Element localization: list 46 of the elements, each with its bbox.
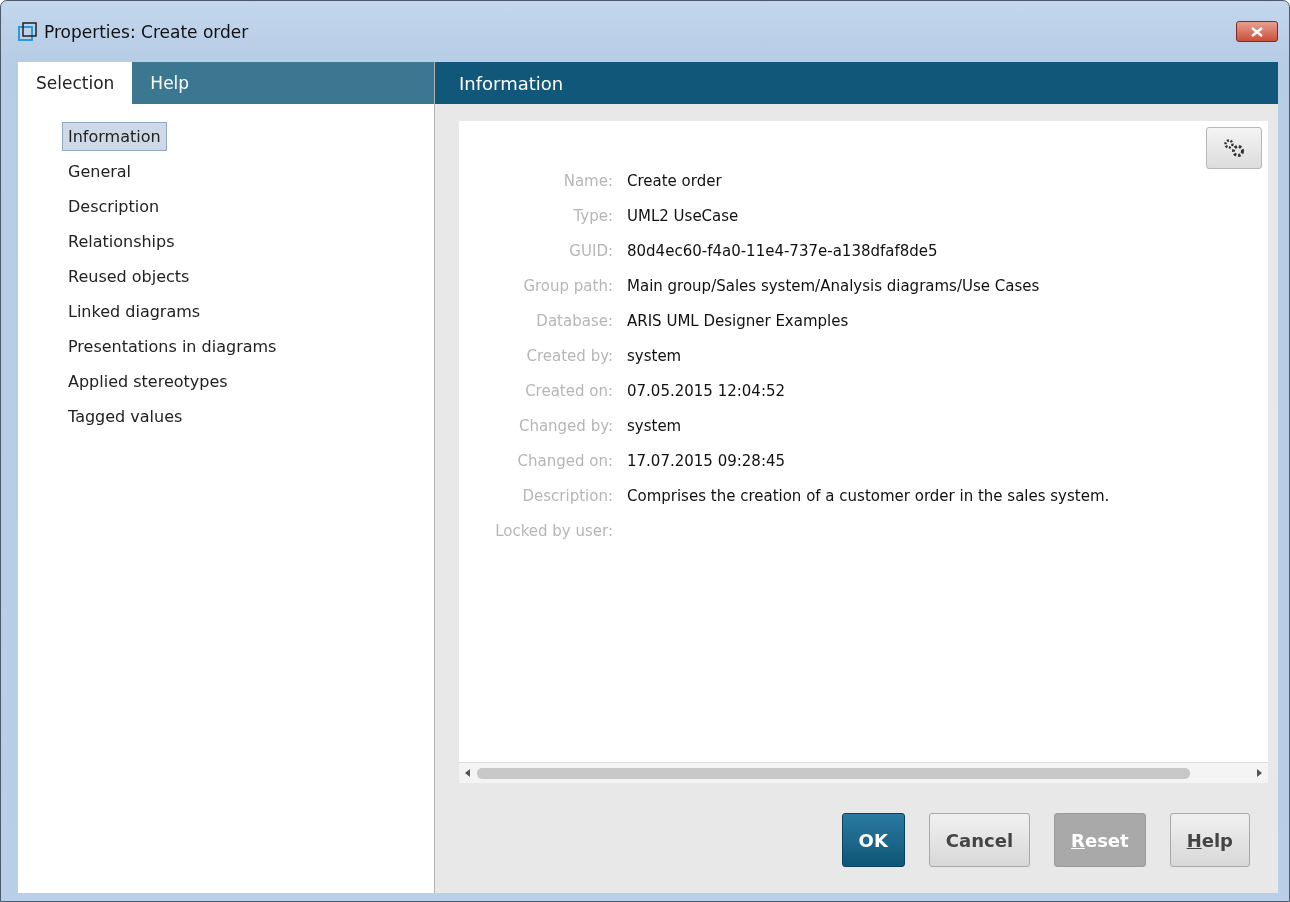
- property-value: system: [627, 346, 683, 367]
- dialog-button[interactable]: OK: [841, 813, 905, 867]
- horizontal-scrollbar[interactable]: [459, 762, 1268, 783]
- property-label: Database:: [535, 311, 613, 332]
- property-value: Comprises the creation of a customer order in the sales system.: [627, 486, 1111, 507]
- property-label: Created by:: [525, 346, 613, 367]
- dialog-button[interactable]: Help: [1169, 813, 1250, 867]
- property-label: Changed on:: [516, 451, 613, 472]
- gears-icon: [1223, 138, 1245, 158]
- sidebar-item[interactable]: Tagged values: [62, 402, 189, 431]
- property-label: GUID:: [568, 241, 613, 262]
- property-label: Type:: [572, 206, 613, 227]
- property-value: Create order: [627, 171, 723, 192]
- tab[interactable]: Help: [132, 62, 208, 104]
- sidebar-item[interactable]: Linked diagrams: [62, 297, 207, 326]
- property-label: Locked by user:: [494, 521, 613, 542]
- property-value: system: [627, 416, 683, 437]
- window-title: Properties: Create order: [44, 21, 249, 42]
- property-label: Name:: [562, 171, 613, 192]
- sidebar-item[interactable]: Presentations in diagrams: [62, 332, 283, 361]
- property-value: 17.07.2015 09:28:45: [627, 451, 787, 472]
- scrollbar-thumb[interactable]: [477, 767, 1190, 779]
- panel-title: Information: [459, 72, 564, 94]
- property-value: ARIS UML Designer Examples: [627, 311, 850, 332]
- sidebar-item[interactable]: Reused objects: [62, 262, 196, 291]
- sidebar-item[interactable]: Applied stereotypes: [62, 367, 234, 396]
- property-value: 07.05.2015 12:04:52: [627, 381, 787, 402]
- property-label: Description:: [521, 486, 613, 507]
- right-arrow-icon: [1254, 768, 1264, 778]
- property-value: Main group/Sales system/Analysis diagrams/Use Cases: [627, 276, 1041, 297]
- sidebar-item[interactable]: Description: [62, 192, 166, 221]
- property-label: Changed by:: [517, 416, 613, 437]
- close-button[interactable]: [1236, 21, 1278, 42]
- close-icon: [1250, 26, 1264, 37]
- property-value: 80d4ec60-f4a0-11e4-737e-a138dfaf8de5: [627, 241, 939, 262]
- settings-button[interactable]: [1206, 127, 1262, 169]
- window-icon: [18, 21, 38, 42]
- tab[interactable]: Selection: [18, 62, 133, 104]
- sidebar-item[interactable]: Information: [62, 122, 167, 151]
- property-label: Created on:: [524, 381, 613, 402]
- sidebar-item[interactable]: General: [62, 157, 138, 186]
- left-arrow-icon: [463, 768, 473, 778]
- dialog-button[interactable]: Cancel: [928, 813, 1031, 867]
- property-value: UML2 UseCase: [627, 206, 740, 227]
- sidebar-item[interactable]: Relationships: [62, 227, 181, 256]
- property-label: Group path:: [522, 276, 613, 297]
